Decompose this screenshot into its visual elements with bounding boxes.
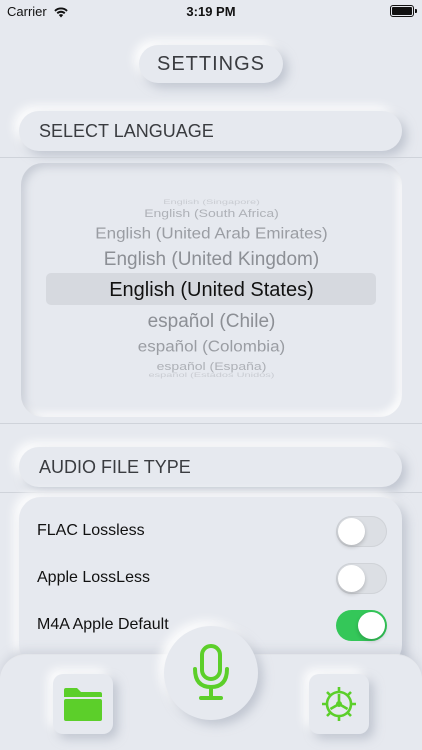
divider [0, 157, 422, 158]
language-option[interactable]: español (Estados Unidos) [21, 371, 402, 378]
language-option-selected[interactable]: English (United States) [21, 279, 402, 302]
record-button[interactable] [164, 626, 258, 720]
status-bar: Carrier 3:19 PM [0, 0, 422, 24]
settings-tab-button[interactable] [309, 674, 369, 734]
flac-toggle[interactable] [336, 515, 387, 547]
divider [0, 423, 422, 424]
language-option[interactable]: English (South Africa) [21, 207, 402, 220]
divider [0, 492, 422, 493]
clock: 3:19 PM [186, 4, 236, 19]
flac-option-row: FLAC Lossless [37, 514, 387, 548]
apple-lossless-label: Apple LossLess [37, 569, 150, 586]
language-option[interactable]: English (United Kingdom) [21, 249, 402, 271]
select-language-header: SELECT LANGUAGE [19, 111, 402, 151]
language-option[interactable]: español (Chile) [21, 311, 402, 333]
gear-icon [322, 687, 356, 721]
page-title: SETTINGS [139, 45, 283, 83]
language-option[interactable]: English (Singapore) [21, 198, 402, 205]
language-option[interactable]: español (Colombia) [21, 338, 402, 356]
language-option[interactable]: English (United Arab Emirates) [21, 225, 402, 243]
apple-lossless-option-row: Apple LossLess [37, 561, 387, 595]
folder-icon [64, 688, 102, 721]
apple-lossless-toggle[interactable] [336, 562, 387, 594]
language-picker[interactable]: English (Singapore) English (South Afric… [21, 163, 402, 417]
m4a-toggle[interactable] [336, 609, 387, 641]
battery-icon [390, 5, 417, 17]
microphone-icon [193, 644, 229, 700]
m4a-label: M4A Apple Default [37, 616, 169, 633]
files-tab-button[interactable] [53, 674, 113, 734]
flac-label: FLAC Lossless [37, 522, 145, 539]
audio-file-type-header: AUDIO FILE TYPE [19, 447, 402, 487]
